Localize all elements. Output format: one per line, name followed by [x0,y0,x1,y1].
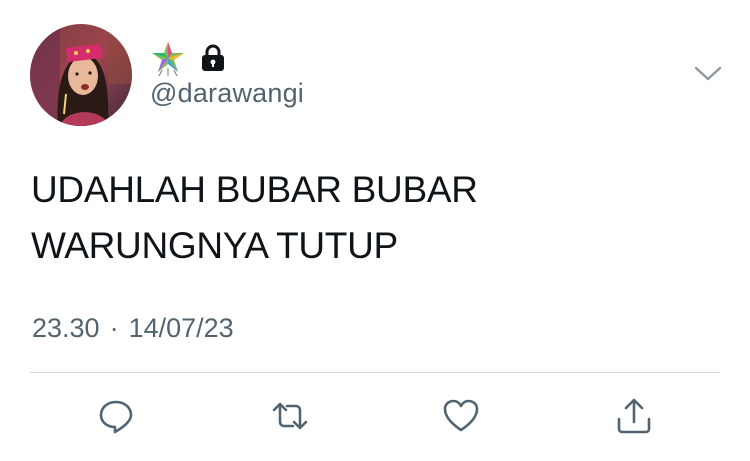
tweet-actions [0,394,750,438]
tweet-text: UDAHLAH BUBAR BUBAR WARUNGNYA TUTUP [31,162,711,274]
user-handle[interactable]: @darawangi [150,78,304,109]
tweet-time: 23.30 [32,313,100,343]
display-name[interactable] [150,38,226,78]
tweet-timestamp[interactable]: 23.30 · 14/07/23 [32,313,234,344]
tweet-text-line: WARUNGNYA TUTUP [31,225,398,266]
star-emoji-icon [150,40,186,77]
retweet-button[interactable] [268,394,312,438]
reply-button[interactable] [94,394,138,438]
avatar[interactable] [30,24,132,126]
retweet-icon [272,402,308,430]
lock-icon [200,43,226,73]
more-options-chevron-down-icon[interactable] [692,60,724,88]
meta-separator: · [109,313,119,343]
divider [30,372,720,373]
share-button[interactable] [612,394,656,438]
tweet-text-line: UDAHLAH BUBAR BUBAR [31,169,478,210]
share-icon [617,398,651,434]
reply-icon [99,400,133,434]
like-icon [443,399,479,432]
tweet-date: 14/07/23 [128,313,234,343]
like-button[interactable] [439,394,483,438]
